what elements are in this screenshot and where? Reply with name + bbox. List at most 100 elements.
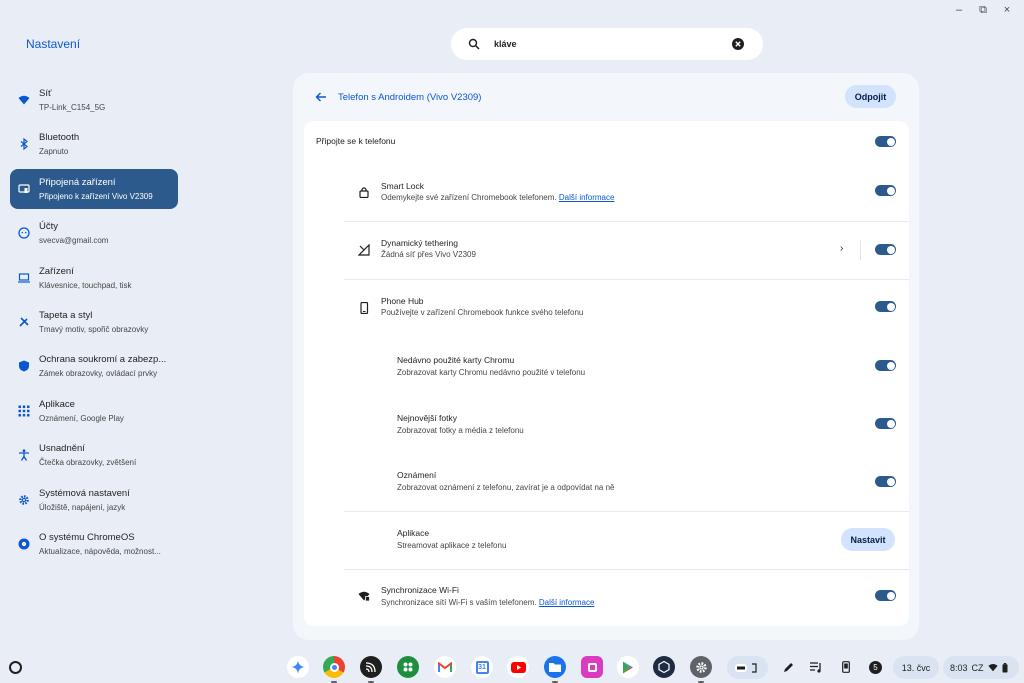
connect-phone-row: Připojte se k telefonu <box>304 121 909 163</box>
minimize-button[interactable]: – <box>954 4 964 16</box>
sidebar-item-accessibility[interactable]: Usnadnění Čtečka obrazovky, zvětšení <box>10 435 178 475</box>
sidebar-item-system[interactable]: Systémová nastavení Úložiště, napájení, j… <box>10 480 178 520</box>
setup-apps-button[interactable]: Nastavit <box>841 528 895 551</box>
phone-hub-row[interactable]: Phone Hub Používejte v zařízení Chromebo… <box>304 280 909 338</box>
wifi-sync-icon <box>358 591 370 602</box>
gear-icon <box>18 494 30 506</box>
app-title: Nastavení <box>26 37 81 51</box>
sidebar-item-label: O systému ChromeOS <box>39 531 135 543</box>
play-store-icon[interactable] <box>617 656 639 678</box>
chrome-icon[interactable] <box>323 656 345 678</box>
sidebar-item-label: Účty <box>39 221 58 233</box>
photos-sub: Zobrazovat fotky a média z telefonu <box>397 426 524 435</box>
settings-icon[interactable] <box>690 656 712 678</box>
sidebar-item-wallpaper[interactable]: Tapeta a styl Tmavý motiv, spořič obrazov… <box>10 302 178 342</box>
chevron-right-icon[interactable]: › <box>840 243 843 254</box>
notifications-sub: Zobrazovat oznámení z telefonu, zavírat … <box>397 483 615 492</box>
sidebar-item-label: Usnadnění <box>39 443 85 455</box>
date-display[interactable]: 13. čvc <box>893 656 939 679</box>
recent-tabs-row[interactable]: Nedávno použité karty Chromu Zobrazovat … <box>304 338 909 396</box>
tethering-row[interactable]: Dynamický tethering Žádná síť přes Vivo … <box>304 222 909 279</box>
smart-lock-description: Odemykejte své zařízení Chromebook telef… <box>381 193 614 202</box>
search-input[interactable]: kláve <box>494 39 732 49</box>
calendar-icon[interactable]: 31 <box>471 656 493 678</box>
sidebar-item-label: Aplikace <box>39 398 75 410</box>
gallery-icon[interactable] <box>581 656 603 678</box>
youtube-icon[interactable] <box>507 656 529 678</box>
media-controls-icon[interactable] <box>810 661 822 673</box>
accessibility-icon <box>18 449 30 461</box>
notifications-row[interactable]: Oznámení Zobrazovat oznámení z telefonu,… <box>304 454 909 511</box>
recent-tabs-toggle[interactable] <box>875 360 896 371</box>
tethering-toggle[interactable] <box>875 244 896 255</box>
phone-status-icon[interactable] <box>840 661 852 673</box>
back-arrow-icon[interactable] <box>315 91 327 103</box>
apps-title: Aplikace <box>397 528 430 538</box>
sidebar-item-sub: Zapnuto <box>39 147 69 157</box>
files-icon[interactable] <box>544 656 566 678</box>
sidebar-item-about[interactable]: O systému ChromeOS Aktualizace, nápověda,… <box>10 524 178 564</box>
wifi-sync-toggle[interactable] <box>875 590 896 601</box>
recent-tabs-title: Nedávno použité karty Chromu <box>397 355 515 365</box>
sidebar-item-sub: Zámek obrazovky, ovládací prvky <box>39 369 158 379</box>
shield-icon <box>18 360 30 372</box>
sidebar-item-network[interactable]: Síť TP-Link_C154_5G <box>10 80 178 120</box>
notification-count-badge[interactable]: 5 <box>869 661 882 674</box>
notifications-toggle[interactable] <box>875 476 896 487</box>
pen-icon[interactable] <box>782 661 794 673</box>
photos-row[interactable]: Nejnovější fotky Zobrazovat fotky a médi… <box>304 396 909 454</box>
wifi-sync-row[interactable]: Synchronizace Wi-Fi Synchronizace sítí W… <box>304 570 909 626</box>
search-bar[interactable]: kláve <box>451 28 763 60</box>
gmail-icon[interactable] <box>434 656 456 678</box>
play-games-icon[interactable] <box>397 656 419 678</box>
phone-hub-toggle[interactable] <box>875 301 896 312</box>
shelf: 31 5 13. čvc 8:03 CZ <box>0 652 1024 683</box>
tethering-sub: Žádná síť přes Vivo V2309 <box>381 250 476 259</box>
phone-icon <box>360 302 369 314</box>
wifi-sync-learn-more-link[interactable]: Další informace <box>539 598 595 607</box>
sidebar-item-sub: Úložiště, napájení, jazyk <box>39 502 126 512</box>
notifications-title: Oznámení <box>397 470 437 480</box>
search-icon <box>468 38 480 50</box>
close-button[interactable]: × <box>1002 4 1012 16</box>
cast-icon[interactable] <box>360 656 382 678</box>
laptop-icon <box>18 272 30 284</box>
photos-toggle[interactable] <box>875 418 896 429</box>
chromeos-icon <box>18 538 30 550</box>
sidebar-item-apps[interactable]: Aplikace Oznámení, Google Play <box>10 391 178 431</box>
sidebar-item-label: Ochrana soukromí a zabezp... <box>39 354 167 366</box>
clock: 8:03 <box>950 662 968 673</box>
main-panel: Telefon s Androidem (Vivo V2309) Odpojit… <box>293 73 919 640</box>
sidebar-item-accounts[interactable]: Účty svecva@gmail.com <box>10 213 178 253</box>
gemini-icon[interactable] <box>287 656 309 678</box>
smart-lock-toggle[interactable] <box>875 185 896 196</box>
sidebar-item-label: Připojená zařízení <box>39 176 116 188</box>
phone-hub-tray[interactable] <box>727 656 768 679</box>
sidebar-item-sub: Oznámení, Google Play <box>39 413 124 423</box>
photos-title: Nejnovější fotky <box>397 413 457 423</box>
wifi-icon <box>18 94 30 106</box>
disconnect-button[interactable]: Odpojit <box>845 85 896 108</box>
sidebar-item-privacy[interactable]: Ochrana soukromí a zabezp... Zámek obrazo… <box>10 346 178 386</box>
smart-lock-row[interactable]: Smart Lock Odemykejte své zařízení Chrom… <box>304 163 909 221</box>
apps-sub: Streamovat aplikace z telefonu <box>397 541 507 550</box>
restore-button[interactable]: ⧉ <box>978 4 988 16</box>
bluetooth-icon <box>18 138 30 151</box>
sidebar-item-device[interactable]: Zařízení Klávesnice, touchpad, tisk <box>10 258 178 298</box>
status-area[interactable]: 8:03 CZ <box>943 656 1019 679</box>
smart-lock-learn-more-link[interactable]: Další informace <box>559 193 615 202</box>
palette-icon <box>18 316 30 328</box>
launcher-button[interactable] <box>9 661 22 674</box>
app-icon[interactable] <box>653 656 675 678</box>
clear-search-icon[interactable] <box>732 38 744 50</box>
sidebar-item-sub: Klávesnice, touchpad, tisk <box>39 280 132 290</box>
connect-phone-toggle[interactable] <box>875 136 896 147</box>
apps-row: Aplikace Streamovat aplikace z telefonu … <box>304 512 909 569</box>
sidebar-item-connected-devices[interactable]: Připojená zařízení Připojeno k zařízení V… <box>10 168 178 209</box>
sidebar-item-sub: Tmavý motiv, spořič obrazovky <box>39 324 149 334</box>
sidebar-item-label: Síť <box>39 88 52 99</box>
sidebar-item-bluetooth[interactable]: Bluetooth Zapnuto <box>10 124 178 164</box>
sidebar-item-label: Zařízení <box>39 265 74 277</box>
sidebar-item-label: Tapeta a styl <box>39 309 93 321</box>
battery-icon <box>1002 662 1008 672</box>
